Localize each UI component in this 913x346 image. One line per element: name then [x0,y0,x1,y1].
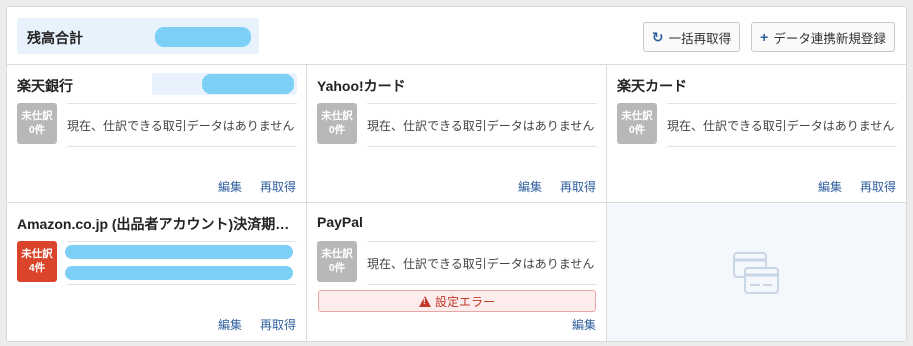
account-name[interactable]: Amazon.co.jp (出品者アカウント)決済期… [17,214,299,234]
refresh-icon: ↻ [651,28,664,45]
refetch-all-button[interactable]: ↻ 一括再取得 [643,22,740,52]
plus-icon: + [760,29,769,45]
no-transactions-message: 現在、仕訳できる取引データはありません [367,119,595,133]
account-balance-panel: 残高合計 ↻ 一括再取得 + データ連携新規登録 楽天銀行 未仕訳 0件 現在、… [6,6,907,342]
no-transactions-message: 現在、仕訳できる取引データはありません [367,257,595,271]
account-card: PayPal 未仕訳 0件 現在、仕訳できる取引データはありません 設定エラー … [307,203,607,341]
divider [367,103,597,104]
account-name[interactable]: Yahoo!カード [317,76,599,96]
unjournaled-badge[interactable]: 未仕訳 4件 [17,241,57,282]
account-name[interactable]: 楽天カード [617,76,899,96]
divider [67,146,297,147]
account-card: 楽天カード 未仕訳 0件 現在、仕訳できる取引データはありません 編集 再取得 [607,65,906,203]
account-name[interactable]: PayPal [317,214,599,230]
settings-error-alert[interactable]: 設定エラー [318,290,596,312]
divider [67,284,297,285]
divider [667,103,897,104]
unjournaled-badge[interactable]: 未仕訳 0件 [17,103,57,144]
card-actions: 編集 再取得 [218,316,296,333]
refetch-link[interactable]: 再取得 [560,178,596,195]
account-card: Amazon.co.jp (出品者アカウント)決済期… 未仕訳 4件 編集 再取… [7,203,307,341]
badge-count: 0件 [628,124,646,136]
badge-count: 0件 [28,124,46,136]
badge-count: 0件 [328,124,346,136]
edit-link[interactable]: 編集 [218,178,242,195]
badge-count: 4件 [28,262,46,274]
edit-link[interactable]: 編集 [518,178,542,195]
badge-label: 未仕訳 [21,248,53,260]
edit-link[interactable]: 編集 [572,316,596,333]
panel-header: 残高合計 ↻ 一括再取得 + データ連携新規登録 [7,7,906,65]
account-balance-redacted [202,74,294,94]
unjournaled-badge[interactable]: 未仕訳 0件 [317,241,357,282]
no-transactions-message: 現在、仕訳できる取引データはありません [67,119,295,133]
add-data-link-button[interactable]: + データ連携新規登録 [751,22,895,52]
card-actions: 編集 再取得 [818,178,896,195]
transaction-redacted[interactable] [65,266,293,280]
account-card: Yahoo!カード 未仕訳 0件 現在、仕訳できる取引データはありません 編集 … [307,65,607,203]
credit-card-icon [733,252,779,294]
card-actions: 編集 再取得 [218,178,296,195]
warning-icon [418,295,431,307]
refetch-link[interactable]: 再取得 [260,178,296,195]
refetch-link[interactable]: 再取得 [860,178,896,195]
divider [67,241,297,242]
account-name[interactable]: 楽天銀行 [17,76,147,96]
refetch-all-label: 一括再取得 [668,31,732,46]
divider [67,103,297,104]
badge-label: 未仕訳 [321,110,353,122]
card-actions: 編集 再取得 [518,178,596,195]
divider [667,146,897,147]
account-balance-box [152,73,297,95]
divider [367,146,597,147]
badge-label: 未仕訳 [21,110,53,122]
unjournaled-badge[interactable]: 未仕訳 0件 [317,103,357,144]
balance-total: 残高合計 [17,18,259,54]
edit-link[interactable]: 編集 [218,316,242,333]
divider [367,284,597,285]
divider [367,241,597,242]
account-grid: 楽天銀行 未仕訳 0件 現在、仕訳できる取引データはありません 編集 再取得 Y… [7,65,906,341]
balance-value-redacted [155,27,251,47]
no-transactions-message: 現在、仕訳できる取引データはありません [667,119,895,133]
unjournaled-badge[interactable]: 未仕訳 0件 [617,103,657,144]
badge-label: 未仕訳 [621,110,653,122]
add-account-slot[interactable] [607,203,906,341]
card-actions: 編集 [572,316,596,333]
edit-link[interactable]: 編集 [818,178,842,195]
settings-error-label: 設定エラー [434,294,495,309]
refetch-link[interactable]: 再取得 [260,316,296,333]
badge-count: 0件 [328,262,346,274]
add-data-link-label: データ連携新規登録 [773,31,886,46]
account-card: 楽天銀行 未仕訳 0件 現在、仕訳できる取引データはありません 編集 再取得 [7,65,307,203]
balance-total-label: 残高合計 [27,30,83,46]
badge-label: 未仕訳 [321,248,353,260]
transaction-redacted[interactable] [65,245,293,259]
